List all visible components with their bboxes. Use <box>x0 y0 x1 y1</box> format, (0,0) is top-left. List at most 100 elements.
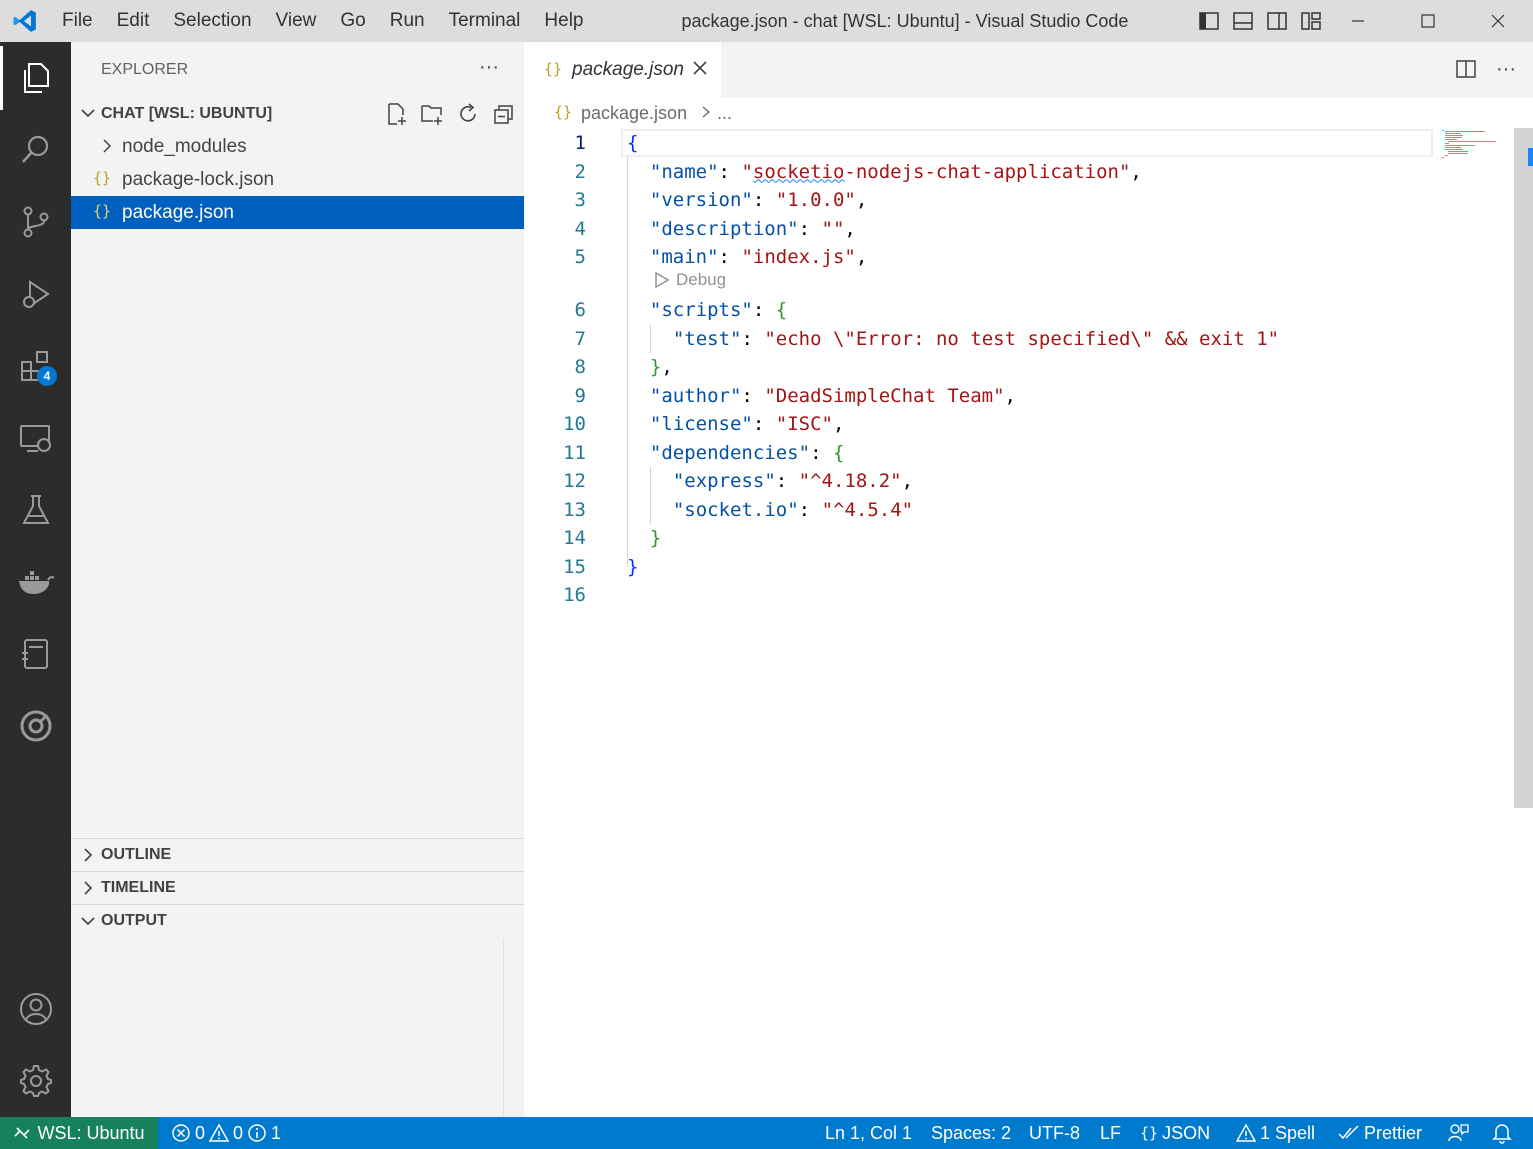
code-line[interactable]: 3 "version": "1.0.0", <box>524 186 1424 214</box>
code-text: }, <box>649 356 673 378</box>
breadcrumb: {} package.json ... <box>524 98 1533 128</box>
tree-item-node-modules[interactable]: node_modules <box>71 130 524 163</box>
minimap[interactable] <box>1440 128 1515 160</box>
line-number[interactable]: 3 <box>524 186 586 214</box>
line-number[interactable]: 10 <box>524 410 586 438</box>
menu-view[interactable]: View <box>264 0 329 42</box>
line-number[interactable]: 15 <box>524 553 586 581</box>
output-section[interactable]: OUTPUT <box>71 904 524 937</box>
line-number[interactable]: 9 <box>524 382 586 410</box>
minimize-icon[interactable] <box>1323 0 1393 42</box>
tree-item-package-json[interactable]: {} package.json <box>71 196 524 229</box>
code-line[interactable]: 7 "test": "echo \"Error: no test specifi… <box>524 325 1424 353</box>
chevron-right-icon <box>79 879 97 902</box>
menu-go[interactable]: Go <box>328 0 377 42</box>
code-line[interactable]: 4 "description": "", <box>524 215 1424 243</box>
remote-explorer-icon[interactable] <box>0 406 71 470</box>
toggle-secondary-sidebar-icon[interactable] <box>1264 8 1290 34</box>
sidebar-more-actions-icon[interactable]: ··· <box>479 56 499 79</box>
customize-layout-icon[interactable] <box>1298 8 1324 34</box>
breadcrumb-symbol[interactable]: ... <box>717 103 732 124</box>
line-number[interactable]: 7 <box>524 325 586 353</box>
feedback-icon[interactable] <box>1447 1117 1469 1149</box>
spell-checker[interactable]: 1 Spell <box>1236 1117 1315 1149</box>
menu-run[interactable]: Run <box>378 0 437 42</box>
line-number[interactable]: 8 <box>524 353 586 381</box>
chevron-down-icon <box>79 104 97 127</box>
code-editor[interactable]: 1{2 "name": "socketio-nodejs-chat-applic… <box>524 128 1533 1117</box>
collapse-all-icon[interactable] <box>491 101 517 127</box>
line-number[interactable]: 16 <box>524 581 586 609</box>
line-number[interactable]: 1 <box>524 129 586 157</box>
line-number[interactable]: 11 <box>524 439 586 467</box>
toggle-primary-sidebar-icon[interactable] <box>1196 8 1222 34</box>
source-control-icon[interactable] <box>0 190 71 254</box>
breadcrumb-file[interactable]: package.json <box>581 103 687 124</box>
menu-selection[interactable]: Selection <box>161 0 263 42</box>
menu-file[interactable]: File <box>50 0 105 42</box>
line-number[interactable]: 2 <box>524 158 586 186</box>
spell-label: 1 Spell <box>1260 1122 1316 1143</box>
code-line[interactable]: 11 "dependencies": { <box>524 439 1424 467</box>
cursor-position[interactable]: Ln 1, Col 1 <box>825 1117 912 1149</box>
window-controls <box>1323 0 1533 42</box>
line-number[interactable]: 4 <box>524 215 586 243</box>
new-folder-icon[interactable] <box>419 101 445 127</box>
notebook-icon[interactable] <box>0 622 71 686</box>
remote-indicator[interactable]: WSL: Ubuntu <box>0 1117 158 1149</box>
line-number[interactable]: 13 <box>524 496 586 524</box>
new-file-icon[interactable] <box>383 101 409 127</box>
notifications-bell-icon[interactable] <box>1492 1117 1512 1149</box>
outline-section[interactable]: OUTLINE <box>71 838 524 871</box>
testing-icon[interactable] <box>0 478 71 542</box>
indentation[interactable]: Spaces: 2 <box>931 1117 1011 1149</box>
code-line[interactable]: 1{ <box>524 129 1424 157</box>
code-line[interactable]: 15} <box>524 553 1424 581</box>
tree-item-package-lock-json[interactable]: {} package-lock.json <box>71 163 524 196</box>
code-line[interactable]: 9 "author": "DeadSimpleChat Team", <box>524 382 1424 410</box>
encoding[interactable]: UTF-8 <box>1029 1117 1080 1149</box>
menu-edit[interactable]: Edit <box>105 0 162 42</box>
workspace-folder-header[interactable]: CHAT [WSL: UBUNTU] <box>71 98 524 130</box>
line-number[interactable]: 14 <box>524 524 586 552</box>
output-scrollbar[interactable] <box>503 938 524 1117</box>
explorer-icon[interactable] <box>0 46 71 110</box>
code-line[interactable]: 13 "socket.io": "^4.5.4" <box>524 496 1424 524</box>
run-debug-icon[interactable] <box>0 262 71 326</box>
code-line[interactable]: 8 }, <box>524 353 1424 381</box>
gitlens-icon[interactable] <box>0 694 71 758</box>
code-line[interactable]: 10 "license": "ISC", <box>524 410 1424 438</box>
search-icon[interactable] <box>0 118 71 182</box>
line-number[interactable]: 5 <box>524 243 586 271</box>
code-line[interactable]: 12 "express": "^4.18.2", <box>524 467 1424 495</box>
maximize-icon[interactable] <box>1393 0 1463 42</box>
split-editor-icon[interactable] <box>1453 56 1479 82</box>
extensions-icon[interactable]: 4 <box>0 334 71 398</box>
close-tab-icon[interactable] <box>690 58 710 83</box>
problems-indicator[interactable]: 0 0 1 <box>171 1117 281 1149</box>
debug-codelens[interactable]: Debug <box>654 270 726 290</box>
code-line[interactable]: 14 } <box>524 524 1424 552</box>
code-line[interactable]: 5 "main": "index.js", <box>524 243 1424 271</box>
settings-gear-icon[interactable] <box>0 1049 71 1113</box>
refresh-icon[interactable] <box>455 101 481 127</box>
menu-help[interactable]: Help <box>532 0 595 42</box>
toggle-panel-icon[interactable] <box>1230 8 1256 34</box>
code-line[interactable]: 6 "scripts": { <box>524 296 1424 324</box>
line-number[interactable]: 12 <box>524 467 586 495</box>
language-mode[interactable]: {} JSON <box>1140 1117 1210 1149</box>
close-window-icon[interactable] <box>1463 0 1533 42</box>
accounts-icon[interactable] <box>0 977 71 1041</box>
tab-package-json[interactable]: {} package.json <box>524 42 721 98</box>
line-number[interactable]: 6 <box>524 296 586 324</box>
editor-scrollbar[interactable] <box>1514 128 1533 808</box>
prettier-status[interactable]: Prettier <box>1338 1117 1422 1149</box>
menu-terminal[interactable]: Terminal <box>437 0 533 42</box>
end-of-line[interactable]: LF <box>1100 1117 1121 1149</box>
editor-more-actions-icon[interactable]: ··· <box>1493 56 1519 82</box>
timeline-section[interactable]: TIMELINE <box>71 871 524 904</box>
code-line[interactable]: 2 "name": "socketio-nodejs-chat-applicat… <box>524 158 1424 186</box>
docker-icon[interactable] <box>0 550 71 614</box>
activity-bar: 4 <box>0 42 71 1117</box>
code-line[interactable]: 16 <box>524 581 1424 609</box>
